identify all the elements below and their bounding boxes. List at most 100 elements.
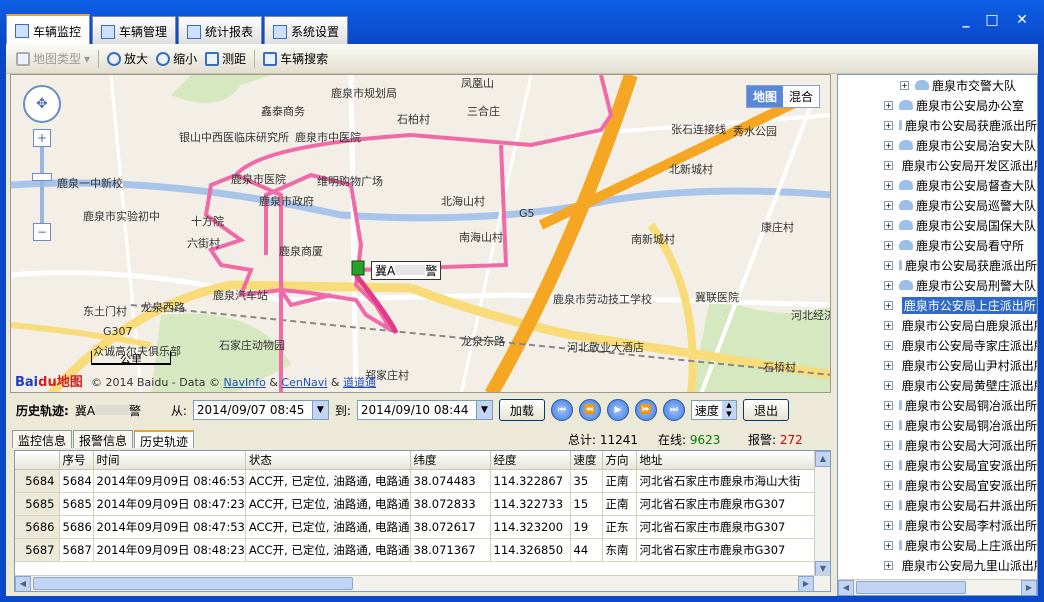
table-row[interactable]: 5685 5685 2014年09月09日 08:47:23 ACC开, 已定位… [15,492,817,516]
scroll-left-icon[interactable]: ◀ [838,580,854,595]
zoom-slider[interactable] [32,147,52,223]
tree-item[interactable]: + 鹿泉市公安局上庄派出所 [838,535,1037,555]
zoom-out-button[interactable]: 缩小 [156,50,197,67]
cennavi-link[interactable]: CenNavi [281,376,327,389]
tree-item[interactable]: + 鹿泉市公安局寺家庄派出所 [838,335,1037,355]
tree-item[interactable]: + 鹿泉市公安局李村派出所 [838,515,1037,535]
column-header[interactable]: 状态 [245,451,411,470]
expand-icon[interactable]: + [884,560,893,570]
spinner-arrows-icon[interactable]: ▲ ▼ [721,401,736,419]
navinfo-link[interactable]: NavInfo [224,376,266,389]
from-datetime-picker[interactable]: 2014/09/07 08:45 ▼ [192,400,329,420]
zoom-out-map-button[interactable]: − [33,223,51,241]
expand-icon[interactable]: + [884,420,893,430]
scroll-right-icon[interactable]: ▶ [1021,580,1037,595]
expand-icon[interactable]: + [884,460,893,470]
tree-item[interactable]: + 鹿泉市公安局宜安派出所 [838,475,1037,495]
expand-icon[interactable]: + [884,240,893,250]
tree-scroll-thumb[interactable] [856,581,966,594]
tab-alarm-info[interactable]: 报警信息 [73,430,134,448]
pan-control[interactable]: ✥ [23,85,61,123]
skip-to-start-icon[interactable]: ⏮ [550,399,573,421]
tree-item[interactable]: + 鹿泉市公安局开发区派出所 [838,155,1037,175]
expand-icon[interactable]: + [884,360,893,370]
expand-icon[interactable]: + [884,480,893,490]
tree-item[interactable]: + 鹿泉市公安局山尹村派出所 [838,355,1037,375]
to-datetime-picker[interactable]: 2014/09/10 08:44 ▼ [356,400,493,420]
hybrid-mode-button[interactable]: 混合 [783,86,819,107]
expand-icon[interactable]: + [884,260,893,270]
rewind-icon[interactable]: ⏪ [578,399,601,421]
scroll-up-icon[interactable]: ▲ [815,451,830,467]
tab-system-settings[interactable]: 系统设置 [264,16,349,46]
tree-item[interactable]: + 鹿泉市公安局宜安派出所 [838,455,1037,475]
speed-spinner[interactable]: 速度 ▲ ▼ [690,400,737,420]
expand-icon[interactable]: + [884,500,893,510]
expand-icon[interactable]: + [884,100,893,110]
expand-icon[interactable]: + [884,440,893,450]
tab-history-track[interactable]: 历史轨迹 [134,430,195,449]
tab-vehicle-monitor[interactable]: 车辆监控 [6,14,91,46]
expand-icon[interactable]: + [884,320,893,330]
tree-item[interactable]: + 鹿泉市公安局国保大队 [838,215,1037,235]
expand-icon[interactable]: + [884,160,893,170]
table-vertical-scrollbar[interactable]: ▲ ▼ [814,451,830,577]
expand-icon[interactable]: + [884,340,893,350]
expand-icon[interactable]: + [884,120,893,130]
column-header[interactable]: 地址 [636,451,817,470]
zoom-in-map-button[interactable]: + [33,129,51,147]
table-horizontal-scrollbar[interactable]: ◀ ▶ [15,575,830,591]
expand-icon[interactable]: + [884,400,893,410]
table-row[interactable]: 5684 5684 2014年09月09日 08:46:53 ACC开, 已定位… [15,469,817,493]
tree-item[interactable]: + 鹿泉市公安局石井派出所 [838,495,1037,515]
scroll-left-icon[interactable]: ◀ [15,576,31,591]
column-header[interactable]: 时间 [93,451,246,470]
daodaotong-link[interactable]: 道道通 [343,376,376,389]
zoom-slider-thumb[interactable] [32,173,52,181]
tree-item[interactable]: + 鹿泉市公安局刑警大队 [838,275,1037,295]
play-icon[interactable]: ▶ [606,399,629,421]
tab-vehicle-management[interactable]: 车辆管理 [92,16,177,46]
tree-item[interactable]: + 鹿泉市公安局九里山派出所 [838,555,1037,575]
tree-item[interactable]: + 鹿泉市公安局铜冶派出所 [838,415,1037,435]
expand-icon[interactable]: + [884,520,893,530]
tree-item[interactable]: + 鹿泉市公安局大河派出所 [838,435,1037,455]
column-header[interactable]: 速度 [570,451,603,470]
column-header[interactable]: 方向 [602,451,637,470]
expand-icon[interactable]: + [900,80,909,90]
skip-to-end-icon[interactable]: ⏭ [662,399,685,421]
tree-item[interactable]: + 鹿泉市公安局看守所 [838,235,1037,255]
map-view[interactable]: 鹿泉市规划局 凤凰山 三合庄 石柏村 鑫泰商务 鹿泉市中医院 银山中西医临床研究… [10,74,831,393]
horizontal-scroll-thumb[interactable] [33,577,353,590]
tree-item[interactable]: + 鹿泉市交警大队 [838,75,1037,95]
expand-icon[interactable]: + [884,540,893,550]
tree-item[interactable]: + 鹿泉市公安局白鹿泉派出所 [838,315,1037,335]
map-type-button[interactable]: 地图类型 ▾ [16,50,90,67]
table-row[interactable]: 5687 5687 2014年09月09日 08:48:23 ACC开, 已定位… [15,538,817,562]
expand-icon[interactable]: + [884,380,893,390]
tab-statistics-report[interactable]: 统计报表 [178,16,263,46]
scroll-right-icon[interactable]: ▶ [798,576,814,591]
chevron-down-icon[interactable]: ▼ [311,401,328,419]
maximize-button[interactable]: □ [982,10,1002,30]
zoom-in-button[interactable]: 放大 [107,50,148,67]
expand-icon[interactable]: + [884,280,893,290]
tree-item[interactable]: + 鹿泉市公安局治安大队 [838,135,1037,155]
table-row[interactable]: 5686 5686 2014年09月09日 08:47:53 ACC开, 已定位… [15,515,817,539]
tree-item[interactable]: + 鹿泉市公安局办公室 [838,95,1037,115]
load-button[interactable]: 加载 [498,399,545,421]
expand-icon[interactable]: + [884,220,893,230]
close-button[interactable]: ✕ [1012,10,1032,30]
map-mode-button[interactable]: 地图 [746,86,783,107]
vehicle-search-button[interactable]: 车辆搜索 [263,50,328,67]
tree-item[interactable]: + 鹿泉市公安局上庄派出所 [838,295,1037,315]
expand-icon[interactable]: + [884,300,893,310]
measure-button[interactable]: 测距 [205,50,246,67]
exit-button[interactable]: 退出 [742,399,789,421]
tab-monitor-info[interactable]: 监控信息 [12,430,73,448]
tree-item[interactable]: + 鹿泉市公安局巡警大队 [838,195,1037,215]
tree-item[interactable]: + 鹿泉市公安局黄壁庄派出所 [838,375,1037,395]
chevron-down-icon[interactable]: ▼ [475,401,492,419]
column-header[interactable]: 经度 [490,451,571,470]
minimize-button[interactable]: _ [956,10,976,30]
